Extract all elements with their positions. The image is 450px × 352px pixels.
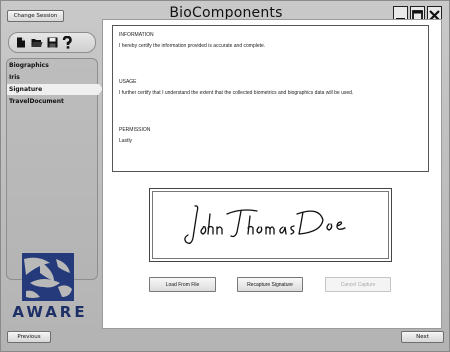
cancel-capture-button[interactable]: Cancel Capture <box>325 277 391 292</box>
permission-heading: PERMISSION <box>119 127 151 133</box>
sidebar-item-traveldocument[interactable]: TravelDocument <box>7 96 95 107</box>
change-session-button[interactable]: Change Session <box>7 10 64 22</box>
signature-panel: INFORMATION I hereby certify the informa… <box>102 19 442 329</box>
information-text: I hereby certify the information provide… <box>119 43 266 49</box>
information-heading: INFORMATION <box>119 32 154 38</box>
toolbar <box>8 32 96 53</box>
signature-frame <box>152 191 389 259</box>
help-icon[interactable] <box>62 36 72 49</box>
app-window: Change Session BioComponents Biographics… <box>0 0 450 352</box>
previous-button[interactable]: Previous <box>7 331 51 343</box>
aware-logo: AWARE <box>4 253 96 323</box>
module-nav-list: Biographics Iris Signature TravelDocumen… <box>6 58 103 280</box>
usage-heading: USAGE <box>119 79 137 85</box>
signature-image <box>184 205 346 244</box>
permission-text: Lastly <box>119 138 133 144</box>
new-file-icon[interactable] <box>16 37 26 48</box>
open-folder-icon[interactable] <box>31 37 43 48</box>
logo-text: AWARE <box>12 303 88 321</box>
sidebar-item-signature[interactable]: Signature <box>7 84 103 95</box>
next-button[interactable]: Next <box>401 331 444 343</box>
save-icon[interactable] <box>47 37 58 48</box>
sidebar-item-biographics[interactable]: Biographics <box>7 60 95 71</box>
sidebar: Biographics Iris Signature TravelDocumen… <box>5 31 103 280</box>
load-from-file-button[interactable]: Load From File <box>149 277 216 292</box>
usage-text: I further certify that I understand the … <box>119 90 354 96</box>
signature-capture-box[interactable] <box>149 188 392 262</box>
recapture-signature-button[interactable]: Recapture Signature <box>237 277 303 292</box>
agreement-text-box[interactable]: INFORMATION I hereby certify the informa… <box>112 25 429 172</box>
sidebar-item-iris[interactable]: Iris <box>7 72 95 83</box>
